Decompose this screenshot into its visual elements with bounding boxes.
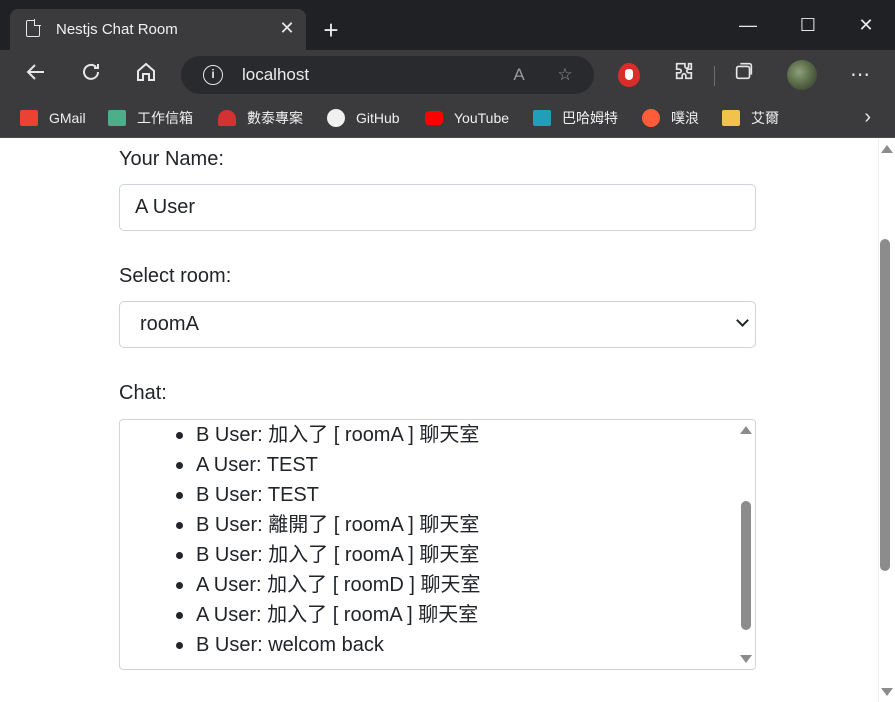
chat-message: B User: TEST [120,480,736,510]
chat-message: A User: 加入了 [ roomA ] 聊天室 [120,600,736,630]
minimize-button[interactable]: — [733,10,763,40]
chat-message: B User: 加入了 [ roomA ] 聊天室 [120,540,736,570]
collections-icon[interactable] [729,60,759,90]
bookmark-work-mail[interactable]: 工作信箱 [108,108,193,128]
room-select[interactable]: roomA [119,301,756,348]
gmail-icon [20,110,38,126]
address-text[interactable]: localhost [242,65,309,85]
refresh-icon[interactable] [76,60,106,90]
bookmark-folder-elle[interactable]: 艾爾 [722,108,779,128]
project-logo-icon [218,110,236,126]
bookmarks-bar: GMail 工作信箱 數泰專案 GitHub YouTube 巴哈姆特 噗浪 艾… [0,100,895,138]
browser-toolbar: i localhost A ☆ ⋯ [0,50,895,100]
toolbar-divider [714,66,715,86]
browser-tab[interactable]: Nestjs Chat Room ✕ [10,9,306,50]
name-input[interactable]: A User [119,184,756,231]
tab-close-icon[interactable]: ✕ [276,17,298,39]
chat-message: A User: TEST [120,450,736,480]
extensions-icon[interactable] [669,60,699,90]
read-aloud-icon[interactable]: A [507,64,531,86]
chat-scrollbar[interactable] [735,420,755,669]
home-icon[interactable] [131,60,161,90]
page-document-icon [26,19,41,37]
new-tab-button[interactable]: + [318,17,344,43]
bahamut-icon [533,110,551,126]
chat-message: B User: 加入了 [ roomA ] 聊天室 [120,420,736,450]
folder-icon [722,110,740,126]
maximize-button[interactable]: ☐ [793,10,823,40]
scroll-down-arrow-icon[interactable] [740,655,752,663]
more-menu-icon[interactable]: ⋯ [845,60,875,90]
page-content: Your Name: A User Select room: roomA Cha… [0,139,878,702]
room-label: Select room: [119,265,232,287]
bookmark-github[interactable]: GitHub [327,108,400,128]
bookmark-bahamut[interactable]: 巴哈姆特 [533,108,618,128]
github-icon [327,109,345,127]
site-info-icon[interactable]: i [203,65,223,85]
bookmark-youtube[interactable]: YouTube [425,108,509,128]
mail-icon [108,110,126,126]
page-scroll-up-icon[interactable] [881,145,893,153]
bookmark-project[interactable]: 數泰專案 [218,108,303,128]
back-arrow-icon[interactable] [21,60,51,90]
scroll-up-arrow-icon[interactable] [740,426,752,434]
chat-message-list: B User: 加入了 [ roomA ] 聊天室 A User: TEST B… [120,420,736,660]
bookmark-gmail[interactable]: GMail [20,108,86,128]
name-label: Your Name: [119,148,224,170]
room-select-value: roomA [140,313,199,335]
tab-title: Nestjs Chat Room [56,21,178,38]
chat-label: Chat: [119,382,167,404]
page-scrollbar-thumb[interactable] [880,239,890,571]
title-bar: Nestjs Chat Room ✕ + — ☐ ✕ [0,0,895,50]
page-scrollbar[interactable] [878,139,895,702]
plurk-icon [642,109,660,127]
chevron-right-icon[interactable]: › [864,106,871,129]
bookmark-plurk[interactable]: 噗浪 [642,108,699,128]
chat-scrollbar-thumb[interactable] [741,501,751,630]
address-bar[interactable]: i localhost A ☆ [181,56,594,94]
chat-message: B User: welcom back [120,630,736,660]
adblock-extension-icon[interactable] [618,63,640,87]
youtube-icon [425,111,443,125]
page-scroll-down-icon[interactable] [881,688,893,696]
chevron-down-icon [736,314,749,327]
close-window-button[interactable]: ✕ [851,10,881,40]
profile-avatar[interactable] [787,60,817,90]
chat-log[interactable]: B User: 加入了 [ roomA ] 聊天室 A User: TEST B… [119,419,756,670]
chat-message: A User: 加入了 [ roomD ] 聊天室 [120,570,736,600]
add-favorite-icon[interactable]: ☆ [553,64,577,86]
chat-message: B User: 離開了 [ roomA ] 聊天室 [120,510,736,540]
